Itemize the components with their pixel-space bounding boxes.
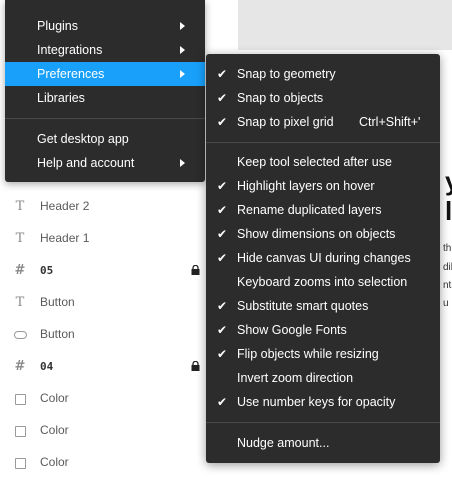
menu-item-preferences[interactable]: Preferences (5, 62, 205, 86)
checkmark-icon: ✔ (217, 323, 228, 337)
checkmark-icon: ✔ (217, 395, 228, 409)
lock-icon[interactable] (191, 265, 200, 275)
menu-item-label: Integrations (37, 43, 103, 57)
checkmark-icon: ✔ (217, 299, 228, 313)
menu-item-label: Help and account (37, 156, 135, 170)
pref-flip-objects[interactable]: ✔ Flip objects while resizing (206, 342, 440, 366)
checkmark-icon: ✔ (217, 347, 228, 361)
checkmark-icon: ✔ (217, 67, 228, 81)
pref-hide-canvas-ui[interactable]: ✔ Hide canvas UI during changes (206, 246, 440, 270)
canvas-heading-line: l (445, 196, 452, 226)
menu-item-label: Plugins (37, 19, 78, 33)
square-icon (0, 391, 40, 406)
pref-number-keys-opacity[interactable]: ✔ Use number keys for opacity (206, 390, 440, 414)
pref-label: Highlight layers on hover (237, 179, 375, 193)
pref-rename-duplicated-layers[interactable]: ✔ Rename duplicated layers (206, 198, 440, 222)
text-icon: T (15, 230, 25, 246)
canvas-text: nts (443, 280, 452, 291)
square-icon (0, 455, 40, 470)
pref-substitute-smart-quotes[interactable]: ✔ Substitute smart quotes (206, 294, 440, 318)
pref-snap-to-pixel-grid[interactable]: ✔ Snap to pixel grid Ctrl+Shift+' (206, 110, 440, 134)
pref-label: Snap to pixel grid (237, 115, 334, 129)
pref-label: Flip objects while resizing (237, 347, 379, 361)
pref-label: Use number keys for opacity (237, 395, 396, 409)
layer-row[interactable]: # 04 (0, 350, 238, 382)
frame-icon: # (14, 262, 26, 278)
checkmark-icon: ✔ (217, 115, 228, 129)
checkmark-icon: ✔ (217, 179, 228, 193)
pill-icon (0, 327, 40, 342)
menu-item-label: Get desktop app (37, 132, 129, 146)
pref-nudge-amount[interactable]: Nudge amount... (206, 431, 440, 455)
submenu-arrow-icon (180, 46, 185, 54)
pref-invert-zoom[interactable]: Invert zoom direction (206, 366, 440, 390)
checkmark-icon: ✔ (217, 91, 228, 105)
pref-label: Nudge amount... (237, 436, 330, 450)
pref-keep-tool-selected[interactable]: Keep tool selected after use (206, 150, 440, 174)
menu-divider (5, 118, 205, 119)
checkmark-icon: ✔ (217, 227, 228, 241)
keyboard-shortcut: Ctrl+Shift+' (359, 115, 421, 129)
pref-label: Snap to objects (237, 91, 324, 105)
pref-label: Keyboard zooms into selection (237, 275, 408, 289)
pref-snap-to-objects[interactable]: ✔ Snap to objects (206, 86, 440, 110)
text-icon: T (15, 198, 25, 214)
layer-row[interactable]: Color (0, 446, 238, 478)
pref-label: Rename duplicated layers (237, 203, 382, 217)
menu-item-label: Libraries (37, 91, 85, 105)
menu-item-integrations[interactable]: Integrations (5, 38, 205, 62)
frame-icon: # (14, 358, 26, 374)
canvas-text: th (443, 243, 452, 254)
checkmark-icon: ✔ (217, 203, 228, 217)
menu-item-plugins[interactable]: Plugins (5, 14, 205, 38)
pref-label: Hide canvas UI during changes (237, 251, 411, 265)
menu-item-label: Preferences (37, 67, 105, 81)
lock-icon[interactable] (191, 361, 200, 371)
layer-row[interactable]: Button (0, 318, 238, 350)
main-menu: Plugins Integrations Preferences Librari… (5, 0, 205, 182)
pref-label: Show dimensions on objects (237, 227, 396, 241)
pref-label: Keep tool selected after use (237, 155, 392, 169)
layer-row[interactable]: # 05 (0, 254, 238, 286)
canvas-text: dib (443, 262, 452, 273)
pref-keyboard-zooms[interactable]: Keyboard zooms into selection (206, 270, 440, 294)
layer-row[interactable]: T Header 2 (0, 190, 238, 222)
pref-show-dimensions[interactable]: ✔ Show dimensions on objects (206, 222, 440, 246)
text-icon: T (15, 294, 25, 310)
layer-row[interactable]: Color (0, 414, 238, 446)
menu-item-get-desktop-app[interactable]: Get desktop app (5, 127, 205, 151)
pref-label: Substitute smart quotes (237, 299, 369, 313)
submenu-arrow-icon (180, 159, 185, 167)
menu-item-help-and-account[interactable]: Help and account (5, 151, 205, 175)
canvas-heading: y l (445, 166, 452, 226)
pref-highlight-layers-on-hover[interactable]: ✔ Highlight layers on hover (206, 174, 440, 198)
layer-row[interactable]: T Header 1 (0, 222, 238, 254)
layer-row[interactable]: Color (0, 382, 238, 414)
submenu-arrow-icon (180, 22, 185, 30)
pref-label: Show Google Fonts (237, 323, 347, 337)
menu-divider (206, 142, 440, 143)
layer-row[interactable]: T Button (0, 286, 238, 318)
pref-snap-to-geometry[interactable]: ✔ Snap to geometry (206, 62, 440, 86)
pref-label: Snap to geometry (237, 67, 336, 81)
pref-show-google-fonts[interactable]: ✔ Show Google Fonts (206, 318, 440, 342)
preferences-submenu: ✔ Snap to geometry ✔ Snap to objects ✔ S… (206, 54, 440, 463)
square-icon (0, 423, 40, 438)
canvas-heading-line: y (445, 166, 452, 196)
menu-divider (206, 422, 440, 423)
canvas-text: u (443, 298, 449, 309)
submenu-arrow-icon (180, 70, 185, 78)
menu-item-libraries[interactable]: Libraries (5, 86, 205, 110)
pref-label: Invert zoom direction (237, 371, 354, 385)
checkmark-icon: ✔ (217, 251, 228, 265)
